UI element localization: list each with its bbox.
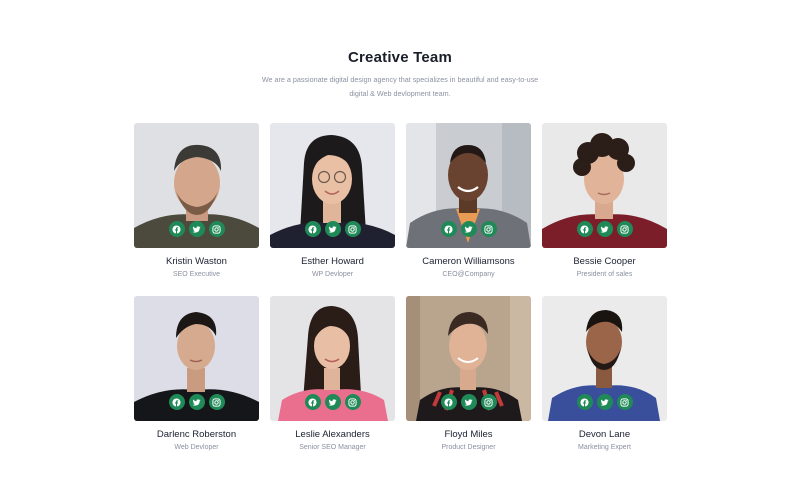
- facebook-icon: [580, 397, 589, 407]
- team-card: Cameron Williamsons CEO@Company: [406, 123, 531, 278]
- team-page: Creative Team We are a passionate digita…: [0, 0, 800, 500]
- member-name: Devon Lane: [578, 429, 631, 440]
- social-links: [406, 394, 531, 410]
- team-row: Darlenc Roberston Web Devloper Leslie Al…: [134, 296, 667, 451]
- twitter-link[interactable]: [188, 394, 205, 410]
- twitter-icon: [464, 225, 473, 233]
- facebook-link[interactable]: [168, 394, 185, 410]
- team-card: Darlenc Roberston Web Devloper: [134, 296, 259, 451]
- facebook-icon: [172, 397, 181, 407]
- facebook-link[interactable]: [304, 394, 321, 410]
- social-links: [270, 221, 395, 237]
- instagram-icon: [212, 397, 221, 407]
- instagram-icon: [620, 397, 629, 407]
- facebook-icon: [580, 224, 589, 234]
- facebook-link[interactable]: [576, 394, 593, 410]
- social-links: [542, 394, 667, 410]
- twitter-icon: [600, 225, 609, 233]
- social-links: [270, 394, 395, 410]
- instagram-link[interactable]: [208, 221, 225, 237]
- instagram-link[interactable]: [344, 221, 361, 237]
- twitter-icon: [328, 225, 337, 233]
- twitter-link[interactable]: [596, 394, 613, 410]
- facebook-link[interactable]: [440, 394, 457, 410]
- team-row: Kristin Waston SEO Executive Esther Howa…: [134, 123, 667, 278]
- team-card: Kristin Waston SEO Executive: [134, 123, 259, 278]
- instagram-icon: [348, 397, 357, 407]
- instagram-icon: [212, 224, 221, 234]
- instagram-icon: [620, 224, 629, 234]
- member-role: Marketing Expert: [578, 444, 631, 451]
- team-card: Leslie Alexanders Senior SEO Manager: [270, 296, 395, 451]
- member-role: President of sales: [576, 271, 633, 278]
- facebook-link[interactable]: [576, 221, 593, 237]
- twitter-icon: [600, 398, 609, 406]
- instagram-link[interactable]: [480, 394, 497, 410]
- instagram-link[interactable]: [616, 394, 633, 410]
- team-grid: Kristin Waston SEO Executive Esther Howa…: [134, 123, 667, 469]
- instagram-icon: [484, 224, 493, 234]
- facebook-link[interactable]: [168, 221, 185, 237]
- member-photo: [134, 123, 259, 248]
- social-links: [134, 221, 259, 237]
- page-subtitle: We are a passionate digital design agenc…: [261, 75, 539, 98]
- facebook-link[interactable]: [440, 221, 457, 237]
- social-links: [406, 221, 531, 237]
- member-photo: [406, 296, 531, 421]
- facebook-icon: [172, 224, 181, 234]
- team-card: Esther Howard WP Devloper: [270, 123, 395, 278]
- social-links: [542, 221, 667, 237]
- member-name: Bessie Cooper: [573, 256, 636, 267]
- twitter-link[interactable]: [324, 394, 341, 410]
- facebook-link[interactable]: [304, 221, 321, 237]
- instagram-icon: [348, 224, 357, 234]
- facebook-icon: [444, 224, 453, 234]
- member-photo: [542, 123, 667, 248]
- instagram-link[interactable]: [480, 221, 497, 237]
- member-photo: [406, 123, 531, 248]
- twitter-link[interactable]: [460, 221, 477, 237]
- instagram-link[interactable]: [208, 394, 225, 410]
- instagram-link[interactable]: [616, 221, 633, 237]
- page-title: Creative Team: [347, 49, 453, 66]
- team-card: Floyd Miles Product Designer: [406, 296, 531, 451]
- twitter-icon: [328, 398, 337, 406]
- member-photo: [134, 296, 259, 421]
- team-card: Devon Lane Marketing Expert: [542, 296, 667, 451]
- member-photo: [542, 296, 667, 421]
- instagram-link[interactable]: [344, 394, 361, 410]
- member-photo: [270, 296, 395, 421]
- facebook-icon: [308, 224, 317, 234]
- facebook-icon: [444, 397, 453, 407]
- twitter-link[interactable]: [460, 394, 477, 410]
- twitter-icon: [192, 225, 201, 233]
- member-photo: [270, 123, 395, 248]
- twitter-link[interactable]: [596, 221, 613, 237]
- twitter-link[interactable]: [324, 221, 341, 237]
- instagram-icon: [484, 397, 493, 407]
- social-links: [134, 394, 259, 410]
- facebook-icon: [308, 397, 317, 407]
- twitter-link[interactable]: [188, 221, 205, 237]
- twitter-icon: [464, 398, 473, 406]
- twitter-icon: [192, 398, 201, 406]
- team-card: Bessie Cooper President of sales: [542, 123, 667, 278]
